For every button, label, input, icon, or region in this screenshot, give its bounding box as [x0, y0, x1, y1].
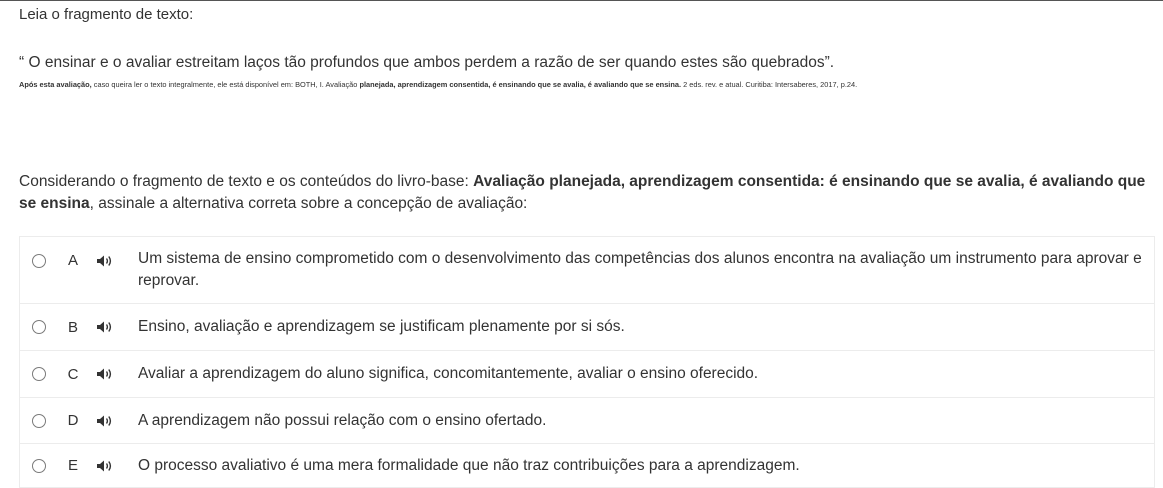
option-text: Um sistema de ensino comprometido com o …: [138, 250, 1142, 289]
source-prefix: Após esta avaliação,: [19, 80, 92, 89]
option-letter: E: [67, 457, 78, 474]
speaker-icon[interactable]: [96, 254, 114, 268]
source-suffix: 2 eds. rev. e atual. Curitiba: Intersabe…: [681, 80, 858, 89]
radio-button-a[interactable]: [32, 253, 46, 268]
top-divider: [0, 0, 1163, 1]
answer-options: A Um sistema de ensino comprometido com …: [19, 236, 1155, 488]
option-text: A aprendizagem não possui relação com o …: [138, 411, 547, 429]
quote-text: “ O ensinar e o avaliar estreitam laços …: [19, 54, 835, 71]
option-letter: D: [67, 412, 79, 429]
source-middle: caso queira ler o texto integralmente, e…: [91, 80, 360, 89]
question-part2: , assinale a alternativa correta sobre a…: [89, 195, 528, 212]
question-part1: Considerando o fragmento de texto e os c…: [19, 173, 474, 190]
option-c[interactable]: C Avaliar a aprendizagem do aluno signif…: [20, 351, 1154, 398]
option-letter: B: [67, 318, 78, 336]
speaker-icon[interactable]: [96, 367, 114, 381]
option-a[interactable]: A Um sistema de ensino comprometido com …: [20, 237, 1154, 304]
option-b[interactable]: B Ensino, avaliação e aprendizagem se ju…: [20, 304, 1154, 351]
source-citation: Após esta avaliação, caso queira ler o t…: [19, 80, 857, 89]
option-text: O processo avaliativo é uma mera formali…: [138, 456, 800, 474]
instruction-text: Leia o fragmento de texto:: [19, 6, 194, 23]
radio-button-d[interactable]: [32, 413, 46, 428]
speaker-icon[interactable]: [96, 414, 114, 428]
option-text: Avaliar a aprendizagem do aluno signific…: [138, 365, 759, 382]
question-text: Considerando o fragmento de texto e os c…: [19, 171, 1159, 215]
radio-button-b[interactable]: [32, 320, 46, 334]
radio-button-c[interactable]: [32, 367, 46, 381]
radio-button-e[interactable]: [32, 458, 46, 473]
option-letter: C: [67, 365, 79, 383]
option-text: Ensino, avaliação e aprendizagem se just…: [138, 318, 625, 335]
option-letter: A: [67, 252, 78, 269]
speaker-icon[interactable]: [96, 320, 114, 334]
option-e[interactable]: E O processo avaliativo é uma mera forma…: [20, 444, 1154, 488]
option-d[interactable]: D A aprendizagem não possui relação com …: [20, 398, 1154, 444]
speaker-icon[interactable]: [96, 459, 114, 473]
source-book-title: planejada, aprendizagem consentida, é en…: [359, 80, 682, 89]
